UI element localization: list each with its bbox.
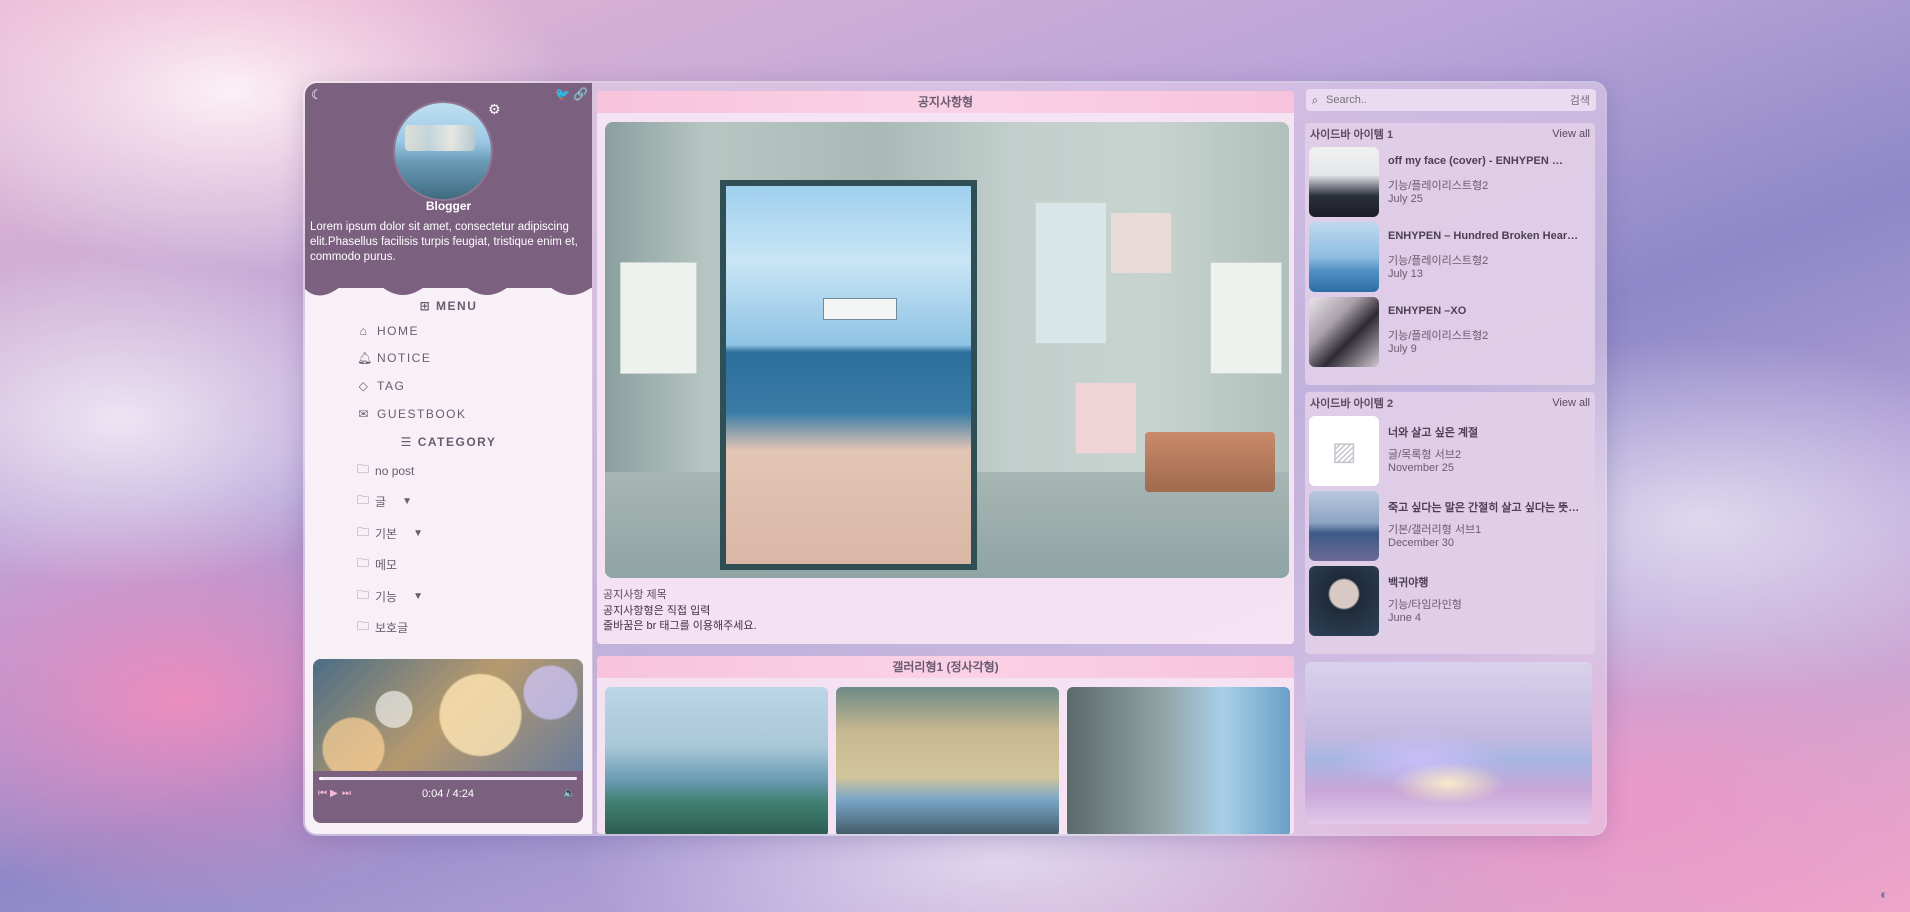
grid-icon: ⊞ (419, 299, 432, 313)
album-art (313, 659, 583, 771)
thumbnail (1309, 147, 1379, 217)
avatar (395, 103, 491, 199)
music-player: ⏮ ▶ ⏭ 0:04 / 4:24 🔈 (313, 659, 583, 823)
nav-home[interactable]: ⌂ HOME (357, 324, 419, 338)
category-item[interactable]: 🗀 메모 (357, 554, 397, 575)
progress-bar[interactable] (319, 777, 577, 780)
sidebar-widget-1: 사이드바 아이템 1 View all off my face (cover) … (1305, 123, 1595, 385)
list-item[interactable]: off my face (cover) - ENHYPEN … 기능/플레이리스… (1309, 147, 1591, 217)
notice-panel: 공지사항형 공지사항 제목 공지사항형은 직접 입력 줄바꿈은 br 태그를 이… (597, 91, 1294, 644)
folder-icon: 🗀 (357, 619, 370, 633)
thumbnail (1309, 566, 1379, 636)
category-item[interactable]: 🗀 보호글 (357, 617, 408, 638)
thumbnail (1309, 491, 1379, 561)
folder-icon: 🗀 (357, 556, 370, 570)
globe-icon[interactable]: ◐ (1880, 886, 1888, 902)
folder-icon: 🗀 (357, 462, 370, 476)
gallery-image[interactable] (836, 687, 1059, 834)
notice-header: 공지사항형 (597, 91, 1294, 113)
gallery-panel: 갤러리형1 (정사각형) (597, 656, 1294, 834)
list-item[interactable]: 죽고 싶다는 말은 간절히 살고 싶다는 뜻… 기본/갤러리형 서브1 Dece… (1309, 491, 1591, 561)
caret-down-icon[interactable]: ▼ (413, 528, 423, 539)
search-button[interactable]: 검색 (1570, 92, 1596, 108)
menu-heading: ⊞ MENU (419, 299, 478, 313)
search-input[interactable] (1324, 93, 1570, 107)
widget-title: 사이드바 아이템 1 (1310, 129, 1394, 141)
folder-icon: 🗀 (357, 588, 370, 602)
volume-icon[interactable]: 🔈 (563, 788, 575, 799)
category-heading: ☰ CATEGORY (400, 435, 497, 449)
left-sidebar: ☾ 🐦 🔗 ⚙ Blogger Lorem ipsum dolor sit am… (305, 83, 593, 834)
category-item[interactable]: 🗀 no post (357, 460, 414, 481)
category-item[interactable]: 🗀 글 ▼ (357, 491, 412, 512)
blog-name: Blogger (425, 199, 472, 213)
mail-icon: ✉ (358, 407, 370, 421)
list-item[interactable]: ▨ 너와 살고 싶은 계절 글/목록형 서브2 November 25 (1309, 416, 1591, 486)
thumbnail (1309, 222, 1379, 292)
bell-icon: 🔔︎ (357, 351, 374, 365)
no-image-icon: ▨ (1331, 435, 1357, 466)
notice-body: 공지사항형은 직접 입력 줄바꿈은 br 태그를 이용해주세요. (603, 605, 757, 632)
category-item[interactable]: 🗀 기능 ▼ (357, 586, 423, 607)
sidebar-banner-image (1305, 662, 1592, 824)
caret-down-icon[interactable]: ▼ (413, 591, 423, 602)
list-item[interactable]: ENHYPEN – Hundred Broken Hear… 기능/플레이리스트… (1309, 222, 1591, 292)
search-icon: ⌕ (1311, 92, 1319, 107)
gallery-image[interactable] (1067, 687, 1290, 834)
folder-icon: 🗀 (357, 493, 370, 507)
list-icon: ☰ (400, 435, 413, 449)
caret-down-icon[interactable]: ▼ (402, 496, 412, 507)
blog-frame: ☾ 🐦 🔗 ⚙ Blogger Lorem ipsum dolor sit am… (305, 83, 1605, 834)
list-item[interactable]: 백귀야행 기능/타임라인형 June 4 (1309, 566, 1591, 636)
nav-tag[interactable]: ◇ TAG (357, 379, 405, 393)
view-all-link[interactable]: View all (1552, 128, 1590, 140)
notice-image (605, 122, 1289, 578)
list-item[interactable]: ENHYPEN –XO 기능/플레이리스트형2 July 9 (1309, 297, 1591, 367)
notice-title: 공지사항 제목 (603, 589, 667, 601)
playback-time: 0:04 / 4:24 (422, 788, 474, 800)
widget-title: 사이드바 아이템 2 (1310, 398, 1394, 410)
home-icon: ⌂ (359, 324, 369, 338)
gear-icon[interactable]: ⚙ (488, 101, 501, 118)
profile-card: ☾ 🐦 🔗 ⚙ Blogger Lorem ipsum dolor sit am… (305, 83, 592, 288)
gallery-image[interactable] (605, 687, 828, 834)
tag-icon: ◇ (358, 379, 370, 393)
view-all-link[interactable]: View all (1552, 397, 1590, 409)
gallery-header: 갤러리형1 (정사각형) (597, 656, 1294, 678)
folder-icon: 🗀 (357, 525, 370, 539)
twitter-icon[interactable]: 🐦 (555, 87, 570, 101)
nav-guestbook[interactable]: ✉ GUESTBOOK (357, 407, 467, 421)
search-bar: ⌕ 검색 (1306, 89, 1596, 111)
moon-icon[interactable]: ☾ (311, 87, 323, 103)
category-item[interactable]: 🗀 기본 ▼ (357, 523, 423, 544)
progress-fill (319, 777, 323, 780)
right-sidebar: ⌕ 검색 사이드바 아이템 1 View all off my face (co… (1300, 83, 1605, 834)
sidebar-widget-2: 사이드바 아이템 2 View all ▨ 너와 살고 싶은 계절 글/목록형 … (1305, 392, 1595, 654)
link-icon[interactable]: 🔗 (573, 87, 588, 101)
nav-notice[interactable]: 🔔︎ NOTICE (357, 351, 431, 365)
blog-bio: Lorem ipsum dolor sit amet, consectetur … (310, 221, 578, 263)
thumbnail (1309, 297, 1379, 367)
main-content: 공지사항형 공지사항 제목 공지사항형은 직접 입력 줄바꿈은 br 태그를 이… (592, 83, 1300, 834)
thumbnail: ▨ (1309, 416, 1379, 486)
